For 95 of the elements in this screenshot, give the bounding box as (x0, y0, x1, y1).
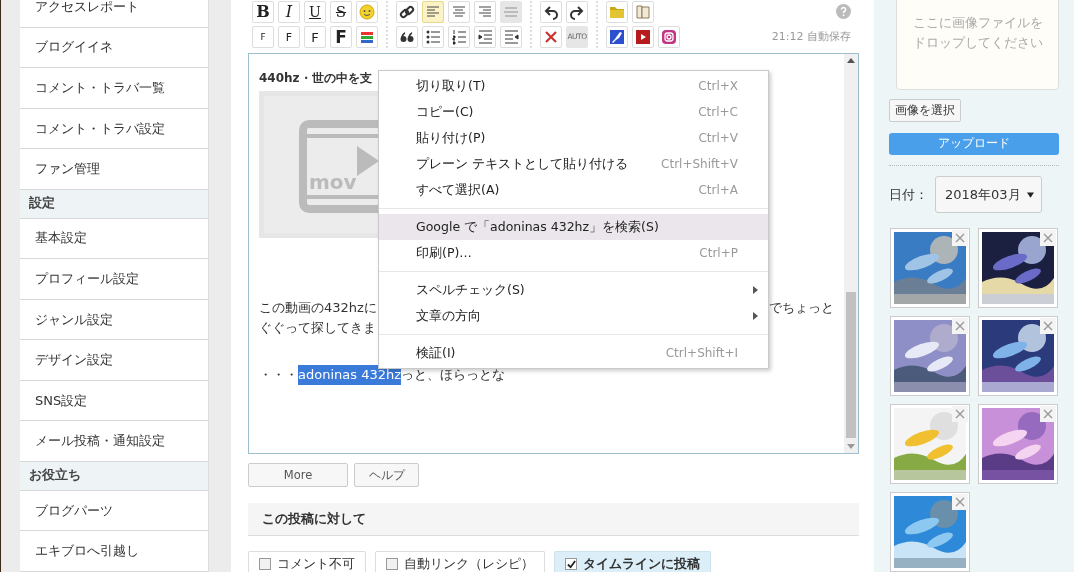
align-right-icon (477, 4, 493, 20)
link-icon (399, 4, 415, 20)
body-text: ぐぐって探してきま (259, 319, 376, 337)
sidebar-section-header: お役立ち (20, 462, 208, 491)
choose-image-button[interactable]: 画像を選択 (889, 99, 961, 122)
autosave-status: 21:12 自動保存 (771, 29, 851, 44)
body-text: この動画の432hzに (259, 299, 377, 317)
format-button[interactable]: U (304, 1, 326, 23)
sidebar-item[interactable]: ジャンル設定 (20, 299, 208, 341)
context-menu-item[interactable]: Google で「adoninas 432hz」を検索(S) (379, 214, 768, 240)
camera-icon (661, 29, 677, 45)
sidebar-item[interactable]: コメント・トラバ設定 (20, 108, 208, 150)
sidebar-item[interactable]: 基本設定 (20, 218, 208, 260)
toolbar-button[interactable] (606, 26, 628, 48)
editor-button[interactable]: More (248, 463, 348, 487)
close-icon[interactable] (952, 406, 968, 422)
format-button[interactable]: S (330, 1, 352, 23)
toolbar-button[interactable] (540, 1, 562, 23)
indent-icon (477, 29, 493, 45)
section-header: この投稿に対して (248, 503, 859, 536)
dropzone-hint: ここに画像ファイルを (912, 14, 1043, 32)
close-icon[interactable] (952, 318, 968, 334)
context-menu-item[interactable]: プレーン テキストとして貼り付ける Ctrl+Shift+V (379, 151, 768, 177)
sidebar-section-header: 設定 (20, 189, 208, 219)
context-menu-item[interactable]: 検証(I) Ctrl+Shift+I (379, 340, 768, 366)
align-center-icon (451, 4, 467, 20)
context-menu-item[interactable]: 貼り付け(P) Ctrl+V (379, 125, 768, 151)
toolbar-button[interactable] (566, 1, 588, 23)
smiley-icon (359, 4, 375, 20)
sidebar-item[interactable]: ファン管理 (20, 149, 208, 190)
sidebar-item[interactable]: SNS設定 (20, 380, 208, 422)
format-button[interactable]: F (330, 26, 352, 48)
date-select[interactable]: 2018年03月 (935, 176, 1042, 213)
format-button[interactable]: B (252, 1, 274, 23)
toolbar-button[interactable] (422, 26, 444, 48)
body-text: ・・・ (259, 366, 298, 384)
scrollbar[interactable] (844, 54, 858, 453)
caret-icon (1026, 191, 1034, 198)
submenu-arrow-icon (753, 286, 758, 294)
toolbar-button[interactable] (396, 26, 418, 48)
toolbar-button[interactable] (356, 26, 378, 48)
body-text: っと、ほらっとな (401, 366, 505, 384)
option-checkbox[interactable]: 自動リンク（レシピ） (375, 551, 545, 572)
quote-icon (399, 29, 415, 45)
sidebar-item[interactable]: アクセスレポート (20, 0, 208, 28)
redo-icon (569, 4, 585, 20)
sidebar-item[interactable]: プロフィール設定 (20, 259, 208, 300)
scroll-down-icon[interactable] (847, 444, 855, 449)
format-button[interactable]: F (304, 26, 326, 48)
context-menu-item[interactable]: スペルチェック(S) (379, 277, 768, 303)
post-title-text: 440hz・世の中を支 (259, 70, 372, 87)
format-button[interactable]: F (278, 26, 300, 48)
outdent-icon (503, 29, 519, 45)
context-menu-item[interactable]: 印刷(P)… Ctrl+P (379, 240, 768, 266)
dropzone-hint: ドロップしてください (912, 34, 1043, 52)
toolbar-button[interactable] (448, 26, 470, 48)
sidebar-item[interactable]: ブログパーツ (20, 490, 208, 532)
toolbar-button[interactable] (632, 26, 654, 48)
body-text: でちょっと (769, 299, 834, 317)
sidebar-item[interactable]: エキブロへ引越し (20, 531, 208, 572)
editor-area[interactable] (248, 53, 859, 454)
sidebar-item[interactable]: デザイン設定 (20, 340, 208, 381)
check-icon (566, 559, 576, 569)
numbered-list-icon (451, 29, 467, 45)
close-icon[interactable] (952, 494, 968, 510)
close-icon[interactable] (952, 230, 968, 246)
sidebar-item[interactable]: ブログイイネ (20, 27, 208, 69)
close-icon[interactable] (1040, 230, 1056, 246)
close-icon[interactable] (1040, 318, 1056, 334)
lines-icon (503, 4, 519, 20)
context-menu-item[interactable]: コピー(C) Ctrl+C (379, 99, 768, 125)
play-icon (635, 29, 651, 45)
cross-icon (543, 29, 559, 45)
selected-text: adoninas 432hz (298, 365, 401, 385)
help-icon[interactable] (836, 4, 851, 19)
color-bars-icon (359, 29, 375, 45)
folder-icon (609, 4, 625, 20)
option-checkbox[interactable]: タイムラインに投稿 (554, 551, 711, 572)
toolbar-button[interactable] (396, 1, 418, 23)
editor-button[interactable]: ヘルプ (354, 463, 419, 487)
context-menu-item[interactable]: 文章の方向 (379, 303, 768, 329)
bullet-list-icon (425, 29, 441, 45)
date-label: 日付： (889, 185, 928, 204)
option-checkbox[interactable]: コメント不可 (248, 551, 366, 572)
close-icon[interactable] (1040, 406, 1056, 422)
scroll-up-icon[interactable] (847, 58, 855, 63)
context-menu-item[interactable]: すべて選択(A) Ctrl+A (379, 177, 768, 203)
book-icon (635, 4, 651, 20)
align-left-icon (425, 4, 441, 20)
sidebar-item[interactable]: コメント・トラバ一覧 (20, 68, 208, 109)
undo-icon (543, 4, 559, 20)
format-button[interactable]: F (252, 26, 274, 48)
submenu-arrow-icon (753, 312, 758, 320)
format-button[interactable]: I (278, 1, 300, 23)
context-menu-item[interactable]: 切り取り(T) Ctrl+X (379, 73, 768, 99)
